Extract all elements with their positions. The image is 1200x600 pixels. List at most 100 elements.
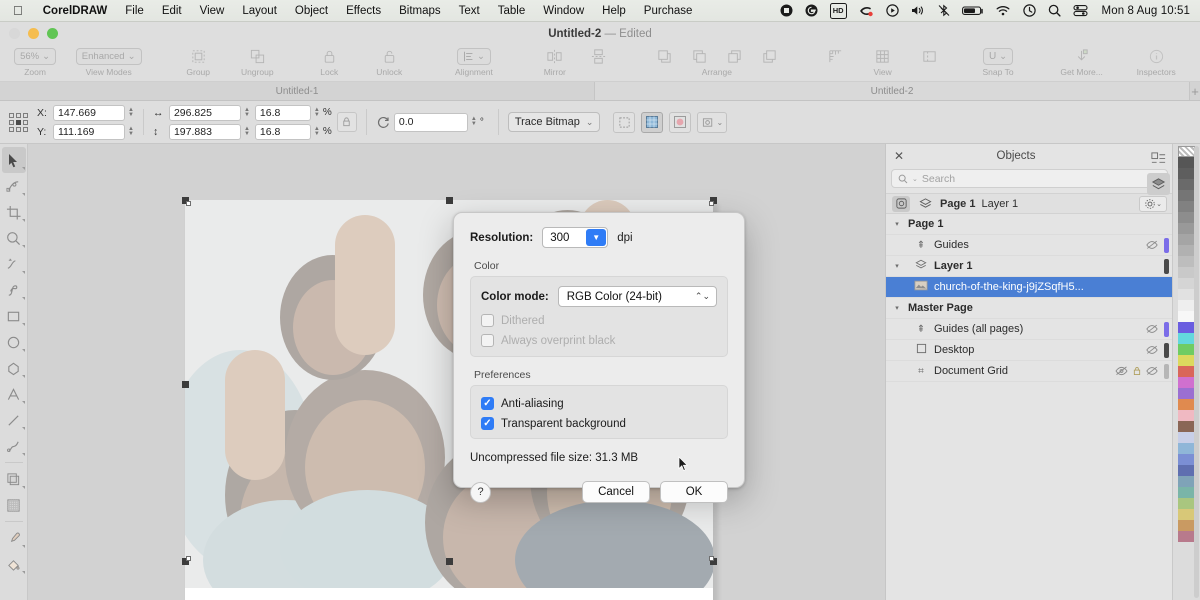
palette-swatch-16[interactable] [1178,333,1195,344]
snap-to-dropdown[interactable]: U⌄ [983,48,1013,65]
object-anchor-selector[interactable] [5,113,32,132]
scale-height-input[interactable]: 16.8 [255,124,311,140]
overprint-black-row[interactable]: Always overprint black [481,334,717,347]
scale-width-input[interactable]: 16.8 [255,105,311,121]
menu-item-text[interactable]: Text [450,0,489,22]
menu-item-bitmaps[interactable]: Bitmaps [390,0,450,22]
palette-swatch-12[interactable] [1178,289,1195,300]
toolbar-inspectors-button[interactable]: Inspectors [1120,47,1192,77]
palette-swatch-9[interactable] [1178,256,1195,267]
palette-swatch-10[interactable] [1178,267,1195,278]
object-row-layer-1[interactable]: ▾ Layer 1 [886,256,1173,277]
menu-item-view[interactable]: View [191,0,234,22]
transparent-background-checkbox[interactable] [481,417,494,430]
toolbar-snapto-group[interactable]: U⌄ Snap To [963,47,1033,77]
bitmap-options-button[interactable]: ⌄ [697,112,727,133]
hd-badge-icon[interactable]: HD [830,3,847,19]
palette-swatch-29[interactable] [1178,476,1195,487]
palette-swatch-11[interactable] [1178,278,1195,289]
zoom-tool[interactable] [2,225,26,251]
adjust-bitmap-button[interactable] [669,112,691,133]
chevron-down-icon[interactable]: ▼ [586,229,606,246]
antialiasing-row[interactable]: Anti-aliasing [481,397,717,410]
menu-item-file[interactable]: File [116,0,153,22]
grid-icon[interactable] [874,48,891,65]
palette-swatch-34[interactable] [1178,531,1195,542]
y-position-input[interactable]: 111.169 [53,124,125,140]
apple-logo-icon[interactable]:  [0,4,34,17]
anchor-cell[interactable] [23,127,28,132]
menu-bar-clock[interactable]: Mon 8 Aug 10:51 [1100,5,1190,17]
transparent-background-row[interactable]: Transparent background [481,417,717,430]
selection-handle-ml[interactable] [182,381,189,388]
toolbar-ungroup-button[interactable]: Ungroup [227,47,287,77]
grammarly-icon[interactable] [805,3,818,19]
object-properties-rail-button[interactable] [1147,148,1170,170]
lock-ratio-button[interactable] [337,112,357,132]
document-tab-untitled-2[interactable]: Untitled-2 [595,82,1190,100]
object-row-guides[interactable]: ⇞ Guides [886,235,1173,256]
palette-swatch-28[interactable] [1178,465,1195,476]
artistic-media-tool[interactable] [2,277,26,303]
x-stepper[interactable]: ▲▼ [128,108,134,118]
rotation-angle-input[interactable]: 0.0 [394,113,468,132]
polygon-tool[interactable] [2,355,26,381]
ellipse-tool[interactable] [2,329,26,355]
time-machine-icon[interactable] [1023,3,1036,19]
drop-shadow-tool[interactable] [2,466,26,492]
object-width-input[interactable]: 296.825 [169,105,241,121]
show-object-properties-button[interactable] [892,196,910,212]
close-window-button[interactable] [9,28,20,39]
palette-swatch-17[interactable] [1178,344,1195,355]
palette-swatch-0[interactable] [1178,157,1195,168]
object-row-guides-all-pages[interactable]: ⇞ Guides (all pages) [886,319,1173,340]
toolbar-mirror-v-button[interactable] [579,47,618,67]
y-stepper[interactable]: ▲▼ [128,127,134,137]
palette-swatch-1[interactable] [1178,168,1195,179]
anchor-cell[interactable] [9,120,14,125]
crop-bitmap-button[interactable] [613,112,635,133]
toolbar-view-group[interactable]: View [810,47,955,77]
object-row-master-page[interactable]: ▾ Master Page [886,298,1173,319]
palette-swatch-22[interactable] [1178,399,1195,410]
dithered-checkbox[interactable] [481,314,494,327]
edit-bitmap-button[interactable] [641,112,663,133]
height-stepper[interactable]: ▲▼ [244,127,250,137]
palette-swatch-19[interactable] [1178,366,1195,377]
menu-item-coreldraw[interactable]: CorelDRAW [34,0,117,22]
palette-swatch-31[interactable] [1178,498,1195,509]
battery-icon[interactable] [962,3,984,19]
document-tab-untitled-1[interactable]: Untitled-1 [0,82,595,100]
palette-swatch-2[interactable] [1178,179,1195,190]
menu-item-window[interactable]: Window [534,0,593,22]
twisty-icon[interactable]: ▾ [886,304,908,312]
volume-icon[interactable] [911,3,926,19]
screen-record-icon[interactable] [859,3,874,19]
pick-tool[interactable] [2,147,26,173]
palette-swatch-25[interactable] [1178,432,1195,443]
palette-swatch-3[interactable] [1178,190,1195,201]
object-row-document-grid[interactable]: ⌗ Document Grid [886,361,1173,382]
toolbar-group-button[interactable]: Group [169,47,227,77]
palette-swatch-18[interactable] [1178,355,1195,366]
parallel-dimension-tool[interactable] [2,407,26,433]
text-tool[interactable] [2,381,26,407]
play-circle-icon[interactable] [886,3,899,19]
x-position-input[interactable]: 147.669 [53,105,125,121]
anchor-cell-center[interactable] [16,120,21,125]
object-row-page-1[interactable]: ▾ Page 1 [886,214,1173,235]
overprint-black-checkbox[interactable] [481,334,494,347]
palette-swatch-5[interactable] [1178,212,1195,223]
menu-item-object[interactable]: Object [286,0,337,22]
to-front-icon[interactable] [656,48,673,65]
palette-swatch-33[interactable] [1178,520,1195,531]
toolbar-unlock-button[interactable]: Unlock [359,47,419,77]
guides-icon[interactable] [921,48,938,65]
toolbar-view-modes-group[interactable]: Enhanced⌄ View Modes [62,47,155,77]
palette-swatch-21[interactable] [1178,388,1195,399]
rotate-icon[interactable] [376,115,391,130]
maximize-window-button[interactable] [47,28,58,39]
menu-item-edit[interactable]: Edit [153,0,191,22]
palette-swatch-27[interactable] [1178,454,1195,465]
anchor-cell[interactable] [23,113,28,118]
